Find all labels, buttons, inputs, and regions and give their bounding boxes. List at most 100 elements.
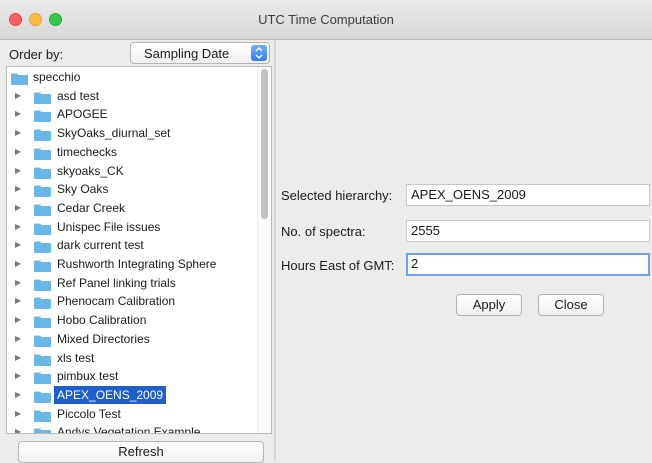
split-pane-divider[interactable]	[274, 40, 276, 461]
tree-item[interactable]: ▶ Unispec File issues	[7, 218, 255, 236]
tree-item-label: Phenocam Calibration	[57, 294, 176, 309]
tree-item-label: Cedar Creek	[57, 200, 126, 215]
tree-item-label: Hobo Calibration	[57, 313, 147, 328]
tree-item-label: asd test	[57, 88, 100, 103]
order-by-select[interactable]: Sampling Date	[130, 42, 270, 64]
folder-icon	[34, 390, 51, 403]
expand-arrow-icon[interactable]: ▶	[15, 105, 21, 123]
folder-icon	[34, 91, 51, 104]
folder-icon	[34, 409, 51, 422]
tree-item-label: specchio	[33, 70, 81, 84]
folder-icon	[34, 147, 51, 160]
expand-arrow-icon[interactable]: ▶	[15, 311, 21, 329]
folder-icon	[34, 166, 51, 179]
tree-item[interactable]: ▶ xls test	[7, 349, 255, 367]
tree-item[interactable]: ▶ dark current test	[7, 236, 255, 254]
scrollbar-thumb[interactable]	[261, 69, 268, 219]
utc-time-computation-window: UTC Time Computation Order by: Sampling …	[0, 0, 652, 463]
tree-root-item[interactable]: specchio	[7, 68, 255, 86]
tree-item-label: Sky Oaks	[57, 182, 109, 197]
tree-item-label: Unispec File issues	[57, 219, 161, 234]
tree-item-label: Rushworth Integrating Sphere	[57, 257, 217, 271]
hours-east-field[interactable]: 2	[406, 253, 650, 276]
expand-arrow-icon[interactable]: ▶	[15, 124, 21, 142]
expand-arrow-icon[interactable]: ▶	[15, 199, 21, 217]
expand-arrow-icon[interactable]: ▶	[15, 143, 21, 161]
folder-icon	[34, 222, 51, 235]
expand-arrow-icon[interactable]: ▶	[15, 87, 21, 105]
tree-item-label: Ref Panel linking trials	[57, 275, 176, 290]
tree-item-label: SkyOaks_diurnal_set	[57, 126, 171, 141]
folder-icon	[34, 109, 51, 123]
selected-hierarchy-field[interactable]: APEX_OENS_2009	[406, 184, 650, 206]
tree-item[interactable]: ▶ SkyOaks_diurnal_set	[7, 124, 255, 142]
tree-item[interactable]: ▶ timechecks	[7, 143, 255, 161]
folder-icon	[34, 184, 51, 198]
tree-item[interactable]: ▶ asd test	[7, 87, 255, 105]
expand-arrow-icon[interactable]: ▶	[15, 274, 21, 292]
folder-icon	[34, 296, 51, 310]
expand-arrow-icon[interactable]: ▶	[15, 218, 21, 236]
refresh-button[interactable]: Refresh	[18, 441, 264, 463]
select-stepper-icon	[251, 45, 267, 61]
apply-button[interactable]: Apply	[456, 294, 522, 316]
folder-icon	[34, 334, 51, 347]
hierarchy-panel: Order by: Sampling Date specchio ▶ asd tes…	[6, 40, 272, 463]
expand-arrow-icon[interactable]: ▶	[15, 386, 21, 404]
order-by-value: Sampling Date	[144, 46, 230, 61]
order-by-label: Order by:	[9, 47, 64, 62]
folder-icon	[34, 315, 51, 329]
tree-item[interactable]: ▶ APEX_OENS_2009	[7, 385, 255, 404]
tree-item[interactable]: ▶ Cedar Creek	[7, 199, 255, 217]
folder-icon	[34, 353, 51, 366]
tree-item-label: skyoaks_CK	[57, 163, 124, 178]
tree-item-label: pimbux test	[57, 369, 119, 384]
tree-item[interactable]: ▶ Ref Panel linking trials	[7, 274, 255, 292]
folder-icon	[34, 278, 51, 291]
spectra-count-field[interactable]: 2555	[406, 220, 650, 242]
hierarchy-tree[interactable]: specchio ▶ asd test ▶ APOGEE ▶ SkyOaks_diurnal…	[6, 66, 272, 434]
tree-item-label: Mixed Directories	[57, 331, 150, 346]
expand-arrow-icon[interactable]: ▶	[15, 405, 21, 423]
tree-item[interactable]: ▶ pimbux test	[7, 367, 255, 385]
folder-icon	[34, 203, 51, 216]
folder-icon	[34, 371, 51, 385]
tree-item-label: APEX_OENS_2009	[54, 385, 167, 404]
expand-arrow-icon[interactable]: ▶	[15, 367, 21, 385]
expand-arrow-icon[interactable]: ▶	[15, 180, 21, 198]
selected-hierarchy-label: Selected hierarchy:	[281, 188, 393, 203]
tree-item[interactable]: ▶ Rushworth Integrating Sphere	[7, 255, 255, 273]
tree-item[interactable]: ▶ skyoaks_CK	[7, 162, 255, 180]
folder-open-icon	[11, 72, 28, 85]
expand-arrow-icon[interactable]: ▶	[15, 292, 21, 310]
tree-item[interactable]: ▶ Phenocam Calibration	[7, 292, 255, 310]
window-title: UTC Time Computation	[258, 12, 394, 27]
tree-item-label: Andys Vegetation Example	[57, 425, 201, 434]
folder-icon	[34, 240, 51, 254]
expand-arrow-icon[interactable]: ▶	[15, 349, 21, 367]
tree-item[interactable]: ▶ Andys Vegetation Example	[7, 423, 255, 434]
expand-arrow-icon[interactable]: ▶	[15, 236, 21, 254]
expand-arrow-icon[interactable]: ▶	[15, 255, 21, 273]
tree-item[interactable]: ▶ Mixed Directories	[7, 330, 255, 348]
tree-item[interactable]: ▶ Piccolo Test	[7, 405, 255, 423]
tree-item[interactable]: ▶ Hobo Calibration	[7, 311, 255, 329]
folder-icon	[34, 427, 51, 433]
tree-item-label: timechecks	[57, 144, 118, 159]
expand-arrow-icon[interactable]: ▶	[15, 330, 21, 348]
tree-item-label: APOGEE	[57, 107, 108, 122]
tree-item-label: xls test	[57, 350, 95, 365]
expand-arrow-icon[interactable]: ▶	[15, 423, 21, 433]
tree-item-label: dark current test	[57, 238, 144, 253]
title-bar[interactable]: UTC Time Computation	[0, 0, 652, 40]
hours-east-label: Hours East of GMT:	[281, 258, 395, 273]
spectra-count-label: No. of spectra:	[281, 224, 366, 239]
tree-item[interactable]: ▶ APOGEE	[7, 105, 255, 123]
folder-icon	[34, 259, 51, 272]
folder-icon	[34, 128, 51, 142]
tree-item[interactable]: ▶ Sky Oaks	[7, 180, 255, 198]
close-button[interactable]: Close	[538, 294, 604, 316]
tree-scrollbar[interactable]	[257, 67, 271, 433]
tree-item-label: Piccolo Test	[57, 406, 121, 421]
expand-arrow-icon[interactable]: ▶	[15, 162, 21, 180]
